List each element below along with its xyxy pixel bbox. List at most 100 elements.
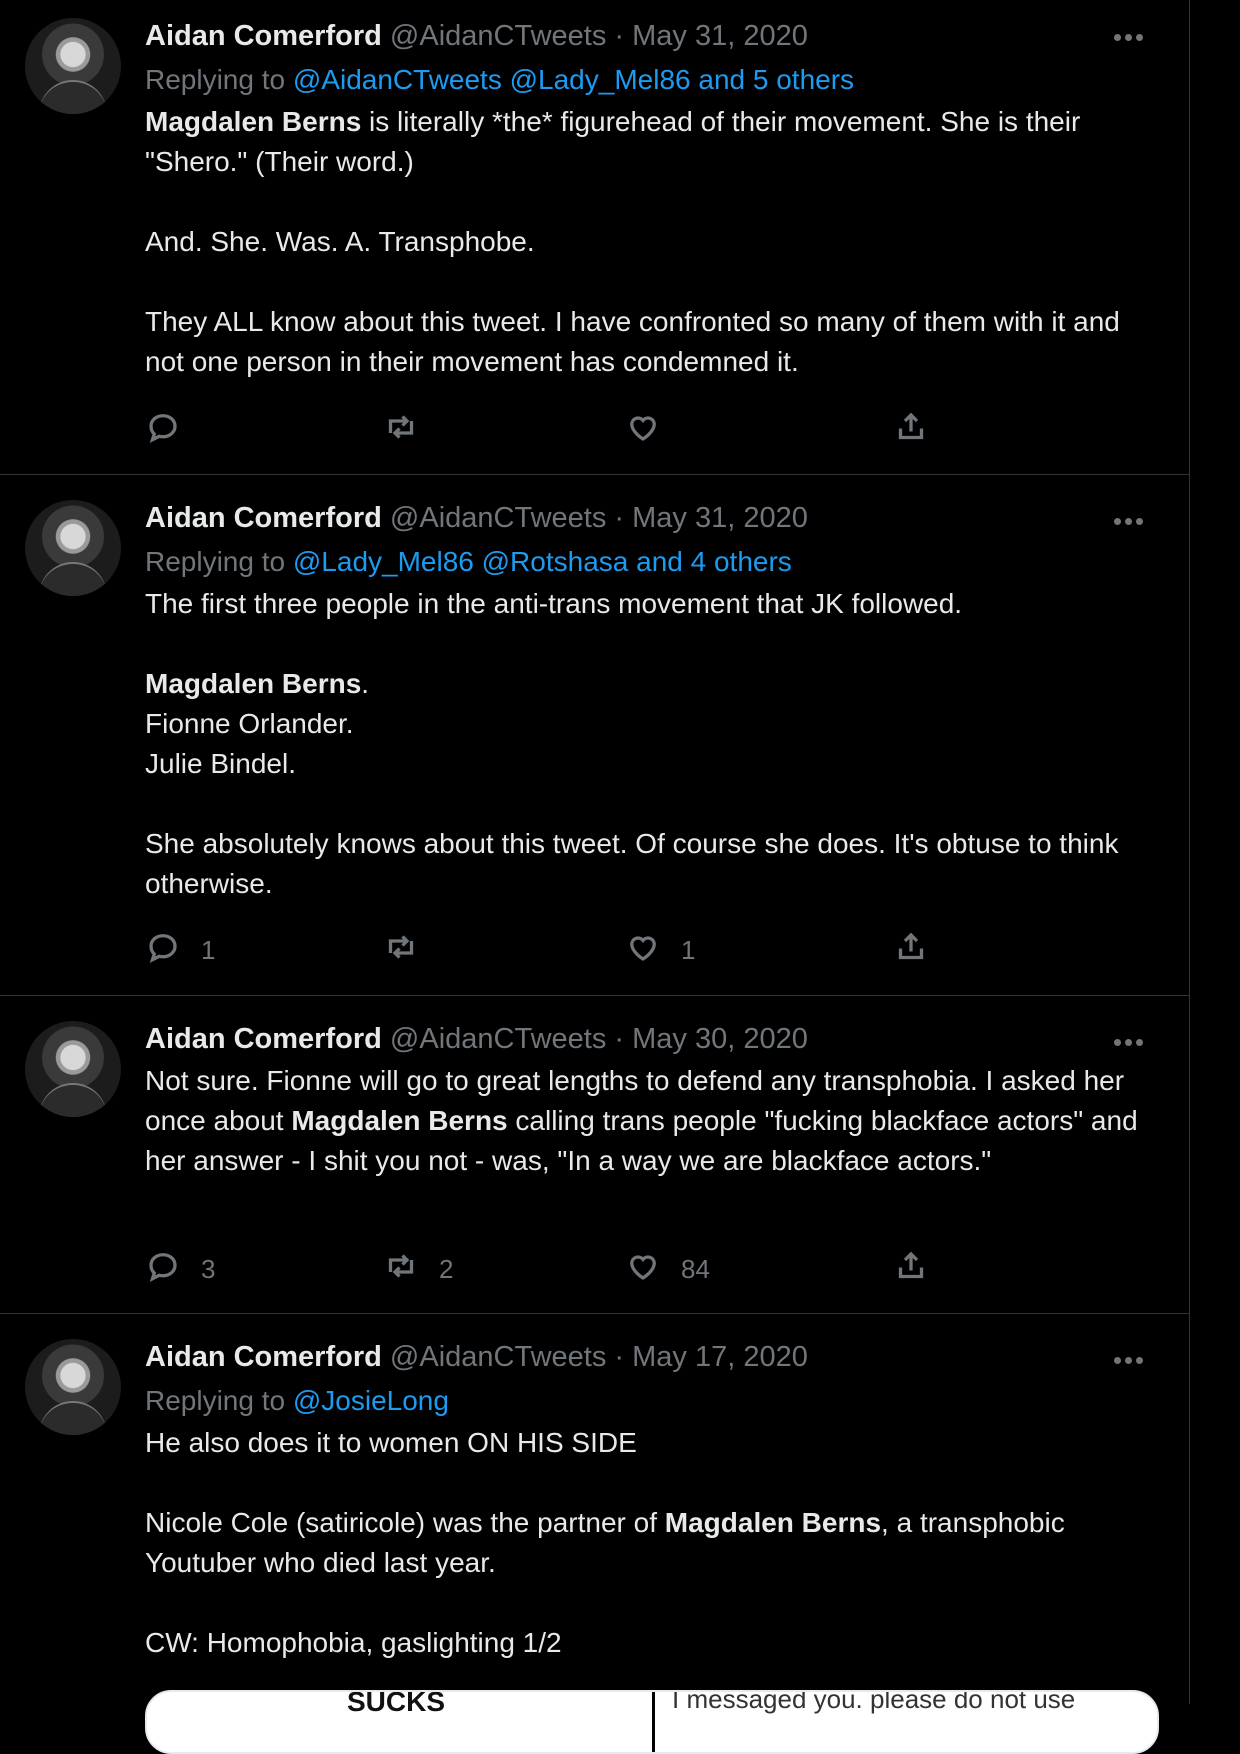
reply-button[interactable]: 1 [145, 930, 215, 970]
tweet-text: The first three people in the anti-trans… [145, 584, 1150, 904]
author-handle[interactable]: @AidanCTweets [390, 1023, 606, 1055]
text-run: Nicole Cole (satiricole) was the partner… [145, 1507, 665, 1538]
tweet[interactable]: Aidan Comerford @AidanCTweets · May 31, … [0, 474, 1190, 996]
share-icon [893, 409, 929, 452]
tweet-paragraph: CW: Homophobia, gaslighting 1/2 [145, 1623, 1150, 1663]
replying-label: Replying to [145, 64, 293, 95]
tweet-header: Aidan Comerford @AidanCTweets · May 31, … [145, 500, 1150, 536]
replying-to: Replying to @JosieLong [145, 1383, 1150, 1419]
like-button[interactable]: 1 [625, 930, 695, 970]
tweet-actions [145, 410, 1015, 450]
tweet-paragraph: She absolutely knows about this tweet. O… [145, 824, 1150, 904]
author-handle[interactable]: @AidanCTweets [390, 502, 606, 534]
tweet-paragraph: The first three people in the anti-trans… [145, 584, 1150, 624]
like-button[interactable]: 84 [625, 1249, 710, 1289]
retweet-icon [383, 1248, 419, 1291]
share-icon [893, 929, 929, 972]
heart-icon [625, 409, 661, 452]
reply-icon [145, 1248, 181, 1291]
share-button[interactable] [893, 1249, 929, 1289]
text-run: And. She. Was. A. Transphobe. [145, 226, 535, 257]
highlighted-term: Magdalen Berns [145, 668, 362, 699]
like-button[interactable] [625, 410, 661, 450]
author-handle[interactable]: @AidanCTweets [390, 1341, 606, 1373]
tweet-paragraph: He also does it to women ON HIS SIDE [145, 1423, 1150, 1463]
separator: · [606, 1023, 633, 1055]
separator: · [606, 20, 633, 52]
tweet[interactable]: Aidan Comerford @AidanCTweets · May 31, … [0, 0, 1190, 475]
text-run: . [361, 668, 370, 699]
tweet-paragraph: Not sure. Fionne will go to great length… [145, 1061, 1150, 1181]
reply-mentions-link[interactable]: @AidanCTweets @Lady_Mel86 and 5 others [293, 64, 854, 95]
separator: · [606, 1341, 633, 1373]
text-run: The first three people in the anti-trans… [145, 588, 963, 619]
retweet-button[interactable] [383, 930, 419, 970]
likes-count: 1 [681, 934, 696, 965]
tweet[interactable]: Aidan Comerford @AidanCTweets · May 30, … [0, 995, 1190, 1314]
avatar[interactable] [25, 500, 121, 596]
text-run: CW: Homophobia, gaslighting 1/2 [145, 1627, 562, 1658]
tweet-paragraph: Nicole Cole (satiricole) was the partner… [145, 1503, 1150, 1583]
retweet-icon [383, 409, 419, 452]
replying-to: Replying to @Lady_Mel86 @Rotshasa and 4 … [145, 544, 1150, 580]
tweet-date[interactable]: May 17, 2020 [632, 1341, 808, 1373]
author-name[interactable]: Aidan Comerford [145, 502, 382, 534]
reply-icon [145, 929, 181, 972]
retweet-icon [383, 929, 419, 972]
tweet-paragraph: Magdalen Berns is literally *the* figure… [145, 102, 1150, 182]
avatar[interactable] [25, 1339, 121, 1435]
tweet-date[interactable]: May 31, 2020 [632, 20, 808, 52]
avatar[interactable] [25, 18, 121, 114]
highlighted-term: Magdalen Berns [291, 1105, 508, 1136]
tweet-header: Aidan Comerford @AidanCTweets · May 31, … [145, 18, 1150, 54]
tweet-date[interactable]: May 31, 2020 [632, 502, 808, 534]
heart-icon [625, 929, 661, 972]
tweet-actions: 3 2 84 [145, 1249, 1015, 1289]
tweet-paragraph: Magdalen Berns. Fionne Orlander. Julie Bin… [145, 664, 1150, 784]
text-run: He also does it to women ON HIS SIDE [145, 1427, 637, 1458]
separator: · [606, 502, 633, 534]
text-run: She absolutely knows about this tweet. O… [145, 828, 1119, 899]
tweet-header: Aidan Comerford @AidanCTweets · May 17, … [145, 1339, 1150, 1375]
highlighted-term: Magdalen Berns [664, 1507, 882, 1538]
share-icon [893, 1248, 929, 1291]
retweets-count: 2 [439, 1253, 454, 1284]
author-name[interactable]: Aidan Comerford [145, 1023, 382, 1055]
reply-mentions-link[interactable]: @Lady_Mel86 @Rotshasa and 4 others [293, 546, 792, 577]
author-handle[interactable]: @AidanCTweets [390, 20, 606, 52]
text-run: They ALL know about this tweet. I have c… [145, 306, 1120, 377]
author-name[interactable]: Aidan Comerford [145, 20, 382, 52]
image-text-right: I messaged you. please do not use [672, 1690, 1076, 1714]
timeline: Aidan Comerford @AidanCTweets · May 31, … [0, 0, 1190, 1754]
tweet[interactable]: Aidan Comerford @AidanCTweets · May 17, … [0, 1313, 1190, 1733]
tweet-header: Aidan Comerford @AidanCTweets · May 30, … [145, 1021, 1150, 1057]
share-button[interactable] [893, 410, 929, 450]
author-name[interactable]: Aidan Comerford [145, 1341, 382, 1373]
retweet-button[interactable]: 2 [383, 1249, 453, 1289]
tweet-date[interactable]: May 30, 2020 [632, 1023, 808, 1055]
tweet-actions: 11 [145, 930, 1015, 970]
replies-count: 1 [201, 934, 216, 965]
image-text-left: SUCKS [347, 1690, 446, 1717]
reply-button[interactable] [145, 410, 181, 450]
text-run: Fionne Orlander. [145, 708, 354, 739]
highlighted-term: Magdalen Berns [145, 106, 362, 137]
replies-count: 3 [201, 1253, 216, 1284]
tweet-paragraph: And. She. Was. A. Transphobe. [145, 222, 1150, 262]
tweet-text: Not sure. Fionne will go to great length… [145, 1061, 1150, 1181]
replying-label: Replying to [145, 546, 293, 577]
tweet-text: He also does it to women ON HIS SIDE Nico… [145, 1423, 1150, 1663]
share-button[interactable] [893, 930, 929, 970]
tweet-text: Magdalen Berns is literally *the* figure… [145, 102, 1150, 382]
reply-mentions-link[interactable]: @JosieLong [293, 1385, 449, 1416]
attached-image[interactable]: SUCKS I messaged you. please do not use [145, 1690, 1159, 1754]
likes-count: 84 [681, 1253, 710, 1284]
avatar[interactable] [25, 1021, 121, 1117]
retweet-button[interactable] [383, 410, 419, 450]
reply-icon [145, 409, 181, 452]
heart-icon [625, 1248, 661, 1291]
replying-label: Replying to [145, 1385, 293, 1416]
column-border [1189, 0, 1190, 1704]
tweet-paragraph: They ALL know about this tweet. I have c… [145, 302, 1150, 382]
reply-button[interactable]: 3 [145, 1249, 215, 1289]
